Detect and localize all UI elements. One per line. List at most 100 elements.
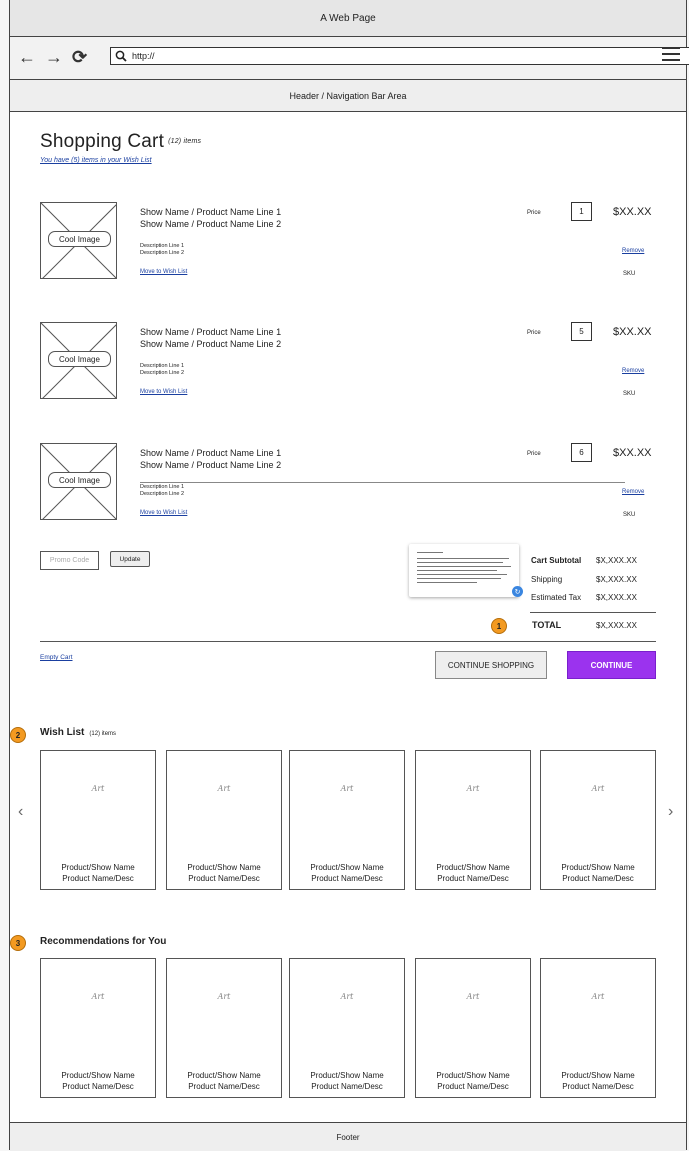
refresh-icon[interactable]: ↻ [512, 586, 523, 597]
product-description: Description Line 1 Description Line 2 [140, 363, 185, 376]
recommendation-card[interactable]: Art Product/Show Name Product Name/Desc [540, 958, 656, 1098]
remove-link[interactable]: Remove [622, 248, 644, 254]
card-caption: Product/Show Name Product Name/Desc [436, 1071, 510, 1091]
wishlist-card[interactable]: Art Product/Show Name Product Name/Desc [166, 750, 282, 890]
wishlist-note-link[interactable]: You have (5) items in your Wish List [40, 157, 152, 164]
recommendation-card[interactable]: Art Product/Show Name Product Name/Desc [415, 958, 531, 1098]
carousel-prev-icon[interactable]: ‹ [18, 803, 23, 821]
product-description: Description Line 1 Description Line 2 [140, 243, 185, 256]
browser-window: A Web Page ← → ⟳ http:// Header / Naviga… [9, 0, 689, 1151]
product-price: $XX.XX [613, 326, 652, 338]
art-placeholder: Art [217, 992, 231, 1001]
card-caption: Product/Show Name Product Name/Desc [61, 863, 135, 883]
product-description: Description Line 1 Description Line 2 [140, 484, 185, 497]
product-image-placeholder[interactable]: Cool Image [40, 322, 117, 399]
art-placeholder: Art [91, 784, 105, 793]
wishlist-card[interactable]: Art Product/Show Name Product Name/Desc [540, 750, 656, 890]
art-placeholder: Art [91, 992, 105, 1001]
art-placeholder: Art [591, 992, 605, 1001]
art-placeholder: Art [217, 784, 231, 793]
url-input[interactable]: http:// [110, 47, 689, 65]
remove-link[interactable]: Remove [622, 368, 644, 374]
product-image-placeholder[interactable]: Cool Image [40, 443, 117, 520]
product-name: Show Name / Product Name Line 1 Show Name… [140, 327, 282, 349]
product-name: Show Name / Product Name Line 1 Show Name… [140, 448, 282, 470]
annotation-note [409, 544, 519, 597]
product-sku: SKU [623, 271, 636, 277]
promo-code-input[interactable]: Promo Code [40, 551, 99, 570]
update-button[interactable]: Update [110, 551, 150, 567]
card-caption: Product/Show Name Product Name/Desc [187, 1071, 261, 1091]
art-placeholder: Art [591, 784, 605, 793]
recommendations-title: Recommendations for You [40, 936, 167, 947]
quantity-input[interactable]: 5 [571, 322, 592, 341]
continue-shopping-button[interactable]: CONTINUE SHOPPING [435, 651, 547, 679]
recommendation-card[interactable]: Art Product/Show Name Product Name/Desc [289, 958, 405, 1098]
back-arrow-icon[interactable]: ← [18, 47, 36, 67]
subtotal-value: $X,XXX.XX [596, 556, 637, 565]
cart-item: Cool Image Show Name / Product Name Line… [40, 322, 656, 404]
url-text: http:// [132, 51, 155, 61]
total-value: $X,XXX.XX [596, 621, 637, 630]
cart-item: Cool Image Show Name / Product Name Line… [40, 443, 656, 525]
card-caption: Product/Show Name Product Name/Desc [436, 863, 510, 883]
reload-icon[interactable]: ⟳ [72, 47, 87, 67]
move-to-wishlist-link[interactable]: Move to Wish List [140, 269, 187, 275]
art-placeholder: Art [466, 992, 480, 1001]
art-placeholder: Art [340, 992, 354, 1001]
card-caption: Product/Show Name Product Name/Desc [187, 863, 261, 883]
shipping-value: $X,XXX.XX [596, 575, 637, 584]
wishlist-card[interactable]: Art Product/Show Name Product Name/Desc [415, 750, 531, 890]
price-label: Price [527, 210, 541, 216]
product-sku: SKU [623, 391, 636, 397]
search-icon [115, 50, 127, 62]
move-to-wishlist-link[interactable]: Move to Wish List [140, 510, 187, 516]
summary-divider [530, 612, 656, 613]
price-label: Price [527, 330, 541, 336]
wishlist-title: Wish List (12) items [40, 727, 117, 738]
product-price: $XX.XX [613, 447, 652, 459]
card-caption: Product/Show Name Product Name/Desc [561, 863, 635, 883]
page-title: Shopping Cart (12) items [40, 131, 201, 153]
header-nav-area: Header / Navigation Bar Area [10, 80, 686, 112]
price-label: Price [527, 451, 541, 457]
cart-item-count: (12) items [168, 138, 202, 146]
shipping-label: Shipping [531, 575, 563, 584]
cart-item: Cool Image Show Name / Product Name Line… [40, 202, 656, 284]
carousel-next-icon[interactable]: › [668, 803, 673, 821]
recommendation-card[interactable]: Art Product/Show Name Product Name/Desc [166, 958, 282, 1098]
image-label: Cool Image [48, 351, 111, 367]
empty-cart-link[interactable]: Empty Cart [40, 654, 73, 661]
wishlist-count: (12) items [89, 731, 117, 737]
card-caption: Product/Show Name Product Name/Desc [310, 1071, 384, 1091]
remove-link[interactable]: Remove [622, 489, 644, 495]
annotation-badge: 1 [491, 618, 507, 634]
continue-button[interactable]: CONTINUE [567, 651, 656, 679]
item-divider [140, 482, 625, 483]
move-to-wishlist-link[interactable]: Move to Wish List [140, 389, 187, 395]
menu-icon[interactable] [662, 47, 680, 63]
subtotal-label: Cart Subtotal [531, 556, 582, 565]
quantity-input[interactable]: 1 [571, 202, 592, 221]
header-nav-label: Header / Navigation Bar Area [289, 90, 407, 101]
forward-arrow-icon[interactable]: → [45, 47, 63, 67]
card-caption: Product/Show Name Product Name/Desc [310, 863, 384, 883]
window-title: A Web Page [320, 12, 376, 24]
cart-divider [40, 641, 656, 642]
wishlist-card[interactable]: Art Product/Show Name Product Name/Desc [289, 750, 405, 890]
recommendation-card[interactable]: Art Product/Show Name Product Name/Desc [40, 958, 156, 1098]
cart-title-text: Shopping Cart [40, 131, 165, 152]
art-placeholder: Art [466, 784, 480, 793]
product-image-placeholder[interactable]: Cool Image [40, 202, 117, 279]
window-titlebar: A Web Page [10, 0, 686, 37]
image-label: Cool Image [48, 231, 111, 247]
browser-nav: ← → ⟳ [18, 47, 87, 67]
quantity-input[interactable]: 6 [571, 443, 592, 462]
card-caption: Product/Show Name Product Name/Desc [61, 1071, 135, 1091]
annotation-badge: 3 [10, 935, 26, 951]
product-sku: SKU [623, 512, 636, 518]
footer-label: Footer [336, 1132, 360, 1142]
wishlist-card[interactable]: Art Product/Show Name Product Name/Desc [40, 750, 156, 890]
product-name: Show Name / Product Name Line 1 Show Name… [140, 207, 282, 229]
art-placeholder: Art [340, 784, 354, 793]
